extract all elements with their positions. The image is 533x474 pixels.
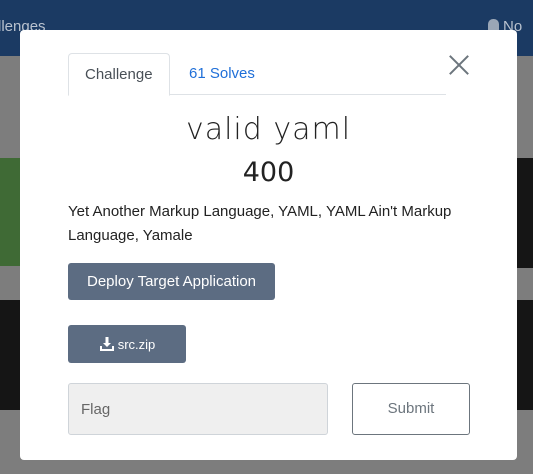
flag-input[interactable] bbox=[68, 383, 328, 435]
modal-tabs: Challenge 61 Solves bbox=[68, 53, 446, 96]
file-name: src.zip bbox=[117, 336, 156, 352]
challenge-points: 400 bbox=[242, 157, 295, 188]
close-icon[interactable] bbox=[448, 54, 470, 76]
deploy-button[interactable]: Deploy Target Application bbox=[68, 263, 275, 300]
download-file-button[interactable]: src.zip bbox=[68, 325, 186, 363]
tab-solves[interactable]: 61 Solves bbox=[173, 53, 271, 95]
challenge-modal: Challenge 61 Solves valid yaml 400 Yet A… bbox=[20, 30, 517, 460]
submit-button[interactable]: Submit bbox=[352, 383, 470, 435]
tab-challenge[interactable]: Challenge bbox=[68, 53, 170, 96]
challenge-description: Yet Another Markup Language, YAML, YAML … bbox=[68, 203, 452, 244]
download-icon bbox=[99, 337, 114, 351]
challenge-title: valid yaml bbox=[185, 112, 352, 147]
